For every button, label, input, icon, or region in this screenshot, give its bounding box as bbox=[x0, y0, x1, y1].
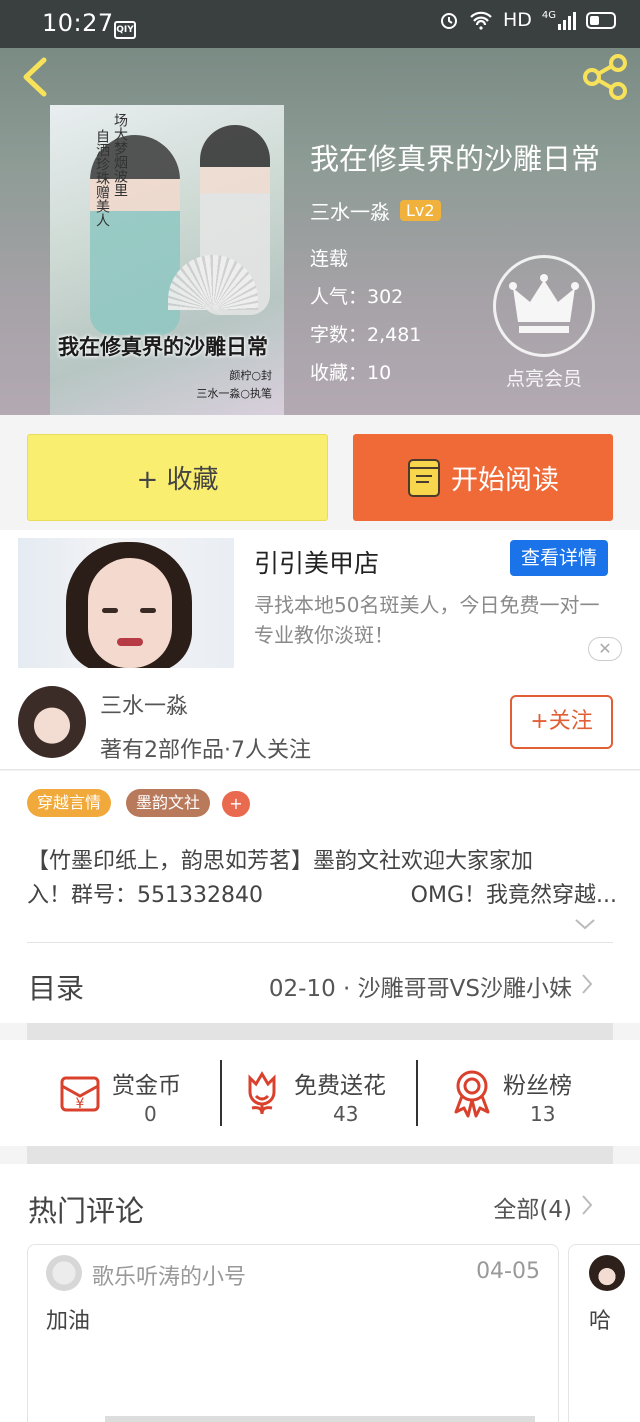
author-row[interactable]: 三水一淼 Lv2 bbox=[310, 196, 441, 225]
ad-image[interactable] bbox=[18, 538, 234, 668]
intro-line: 【竹墨印纸上，韵思如芳茗】墨韵文社欢迎大家家加 bbox=[27, 849, 534, 874]
book-icon bbox=[408, 458, 440, 497]
status-time: 10:27 bbox=[42, 9, 114, 37]
fan-rank-icon[interactable] bbox=[450, 1068, 494, 1118]
stat-label[interactable]: 粉丝榜 bbox=[503, 1066, 572, 1100]
stat-value: 0 bbox=[144, 1102, 157, 1126]
cover-poem-2: 自洒珍珠赠美人 bbox=[94, 129, 110, 227]
book-cover[interactable]: 场大梦烟波里 自洒珍珠赠美人 我在修真界的沙雕日常 颜柠○封 三水一淼○执笔 bbox=[50, 105, 284, 415]
ad-title[interactable]: 引引美甲店 bbox=[254, 544, 379, 580]
section-gap bbox=[27, 1023, 613, 1040]
stat-label[interactable]: 免费送花 bbox=[294, 1066, 386, 1100]
hot-comments-section: 热门评论 全部(4) 歌乐听涛的小号 04-05 加油 哈 bbox=[0, 1164, 640, 1422]
chevron-right-icon bbox=[582, 974, 593, 994]
network-type: 4G bbox=[541, 10, 556, 21]
comment-card[interactable]: 歌乐听涛的小号 04-05 加油 bbox=[27, 1244, 559, 1422]
author-section[interactable]: 三水一淼 著有2部作品·7人关注 +关注 bbox=[0, 678, 640, 770]
app-notification-icon: QIY bbox=[114, 21, 136, 39]
intro-line: 入！群号：551332840 OMG！我竟然穿越... bbox=[27, 879, 617, 913]
book-word-count: 字数：2,481 bbox=[310, 324, 422, 346]
author-section-name[interactable]: 三水一淼 bbox=[100, 688, 188, 720]
commenter-avatar[interactable] bbox=[589, 1255, 625, 1291]
reward-coin-icon[interactable]: ¥ bbox=[56, 1068, 104, 1116]
book-intro[interactable]: 【竹墨印纸上，韵思如芳茗】墨韵文社欢迎大家家加 入！群号：551332840 O… bbox=[27, 845, 617, 913]
intro-continued: OMG！我竟然穿越... bbox=[410, 883, 617, 908]
tag-chip[interactable]: 墨韵文社 bbox=[126, 789, 211, 817]
latest-chapter[interactable]: 02-10 · 沙雕哥哥VS沙雕小妹 bbox=[269, 969, 572, 1003]
share-button[interactable] bbox=[580, 52, 630, 102]
book-detail-page: 10:27 QIY HD 4G 场大梦烟波里 自洒珍珠赠美人 我在修真界的沙雕日… bbox=[0, 0, 640, 1422]
separator bbox=[416, 1060, 418, 1126]
hot-comments-title: 热门评论 bbox=[28, 1194, 145, 1228]
collect-button[interactable]: + 收藏 bbox=[27, 434, 328, 521]
carousel-indicator bbox=[105, 1416, 535, 1422]
commenter-name[interactable]: 歌乐听涛的小号 bbox=[92, 1259, 246, 1291]
status-bar: 10:27 QIY HD 4G bbox=[0, 0, 640, 48]
chevron-right-icon[interactable] bbox=[581, 1194, 593, 1216]
alarm-icon bbox=[440, 13, 457, 29]
cover-illustrator: 颜柠○封 bbox=[229, 369, 272, 382]
comment-text: 加油 bbox=[46, 1309, 91, 1334]
ad-close-button[interactable]: ✕ bbox=[588, 637, 622, 661]
flower-icon[interactable] bbox=[240, 1068, 284, 1116]
vip-label[interactable]: 点亮会员 bbox=[494, 364, 594, 391]
author-avatar[interactable] bbox=[18, 686, 86, 758]
status-icons: HD 4G bbox=[439, 9, 616, 31]
follow-button[interactable]: +关注 bbox=[510, 695, 613, 749]
separator bbox=[220, 1060, 222, 1126]
start-reading-button[interactable]: 开始阅读 bbox=[353, 434, 613, 521]
ad-photo-eye bbox=[102, 608, 118, 613]
stats-row: ¥ 赏金币 0 免费送花 43 粉丝榜 13 bbox=[0, 1040, 640, 1146]
add-tag-button[interactable]: + bbox=[222, 791, 250, 817]
catalog-row[interactable]: 目录 02-10 · 沙雕哥哥VS沙雕小妹 bbox=[0, 943, 640, 1023]
wifi-icon bbox=[470, 11, 492, 30]
book-status: 连载 bbox=[310, 248, 349, 270]
ad-detail-button[interactable]: 查看详情 bbox=[510, 540, 608, 576]
cover-writer: 三水一淼○执笔 bbox=[196, 387, 272, 400]
signal-icon: 4G bbox=[542, 10, 576, 30]
ad-photo-lips bbox=[117, 638, 143, 646]
stat-value: 43 bbox=[333, 1102, 359, 1126]
book-favorites: 收藏：10 bbox=[310, 362, 392, 384]
back-button[interactable] bbox=[14, 54, 54, 100]
commenter-avatar[interactable] bbox=[46, 1255, 82, 1291]
level-badge: Lv2 bbox=[400, 200, 441, 221]
book-title: 我在修真界的沙雕日常 bbox=[310, 142, 601, 176]
intro-group-number: 入！群号：551332840 bbox=[27, 883, 263, 908]
svg-text:¥: ¥ bbox=[76, 1096, 85, 1112]
start-reading-label: 开始阅读 bbox=[451, 465, 559, 496]
battery-icon bbox=[586, 11, 616, 29]
tag-chip[interactable]: 穿越言情 bbox=[27, 789, 112, 817]
ad-banner[interactable]: 引引美甲店 查看详情 寻找本地50名斑美人，今日免费一对一专业教你淡斑！ ✕ bbox=[0, 530, 640, 678]
comment-card[interactable]: 哈 bbox=[568, 1244, 640, 1422]
author-name[interactable]: 三水一淼 bbox=[310, 196, 390, 225]
all-comments-link[interactable]: 全部(4) bbox=[493, 1190, 572, 1224]
crown-icon bbox=[509, 274, 579, 333]
stat-value: 13 bbox=[530, 1102, 556, 1126]
intro-section: 穿越言情 墨韵文社 + 【竹墨印纸上，韵思如芳茗】墨韵文社欢迎大家家加 入！群号… bbox=[0, 771, 640, 943]
ad-description[interactable]: 寻找本地50名斑美人，今日免费一对一专业教你淡斑！ bbox=[254, 590, 614, 650]
ad-photo-face bbox=[88, 558, 172, 668]
author-summary: 著有2部作品·7人关注 bbox=[100, 738, 311, 763]
collect-button-label: + 收藏 bbox=[136, 465, 219, 495]
expand-chevron-icon[interactable] bbox=[574, 917, 596, 931]
cover-poem-1: 场大梦烟波里 bbox=[112, 113, 128, 197]
catalog-label: 目录 bbox=[28, 972, 85, 1005]
hd-indicator: HD bbox=[502, 9, 532, 31]
book-popularity: 人气：302 bbox=[310, 286, 404, 308]
vip-button[interactable] bbox=[493, 255, 595, 357]
book-header: 10:27 QIY HD 4G 场大梦烟波里 自洒珍珠赠美人 我在修真界的沙雕日… bbox=[0, 0, 640, 415]
ad-photo-eye bbox=[140, 608, 156, 613]
comment-date: 04-05 bbox=[476, 1259, 540, 1284]
cover-title: 我在修真界的沙雕日常 bbox=[58, 335, 268, 359]
comment-text: 哈 bbox=[589, 1309, 612, 1334]
stat-label[interactable]: 赏金币 bbox=[112, 1066, 181, 1100]
section-gap bbox=[27, 1146, 613, 1164]
